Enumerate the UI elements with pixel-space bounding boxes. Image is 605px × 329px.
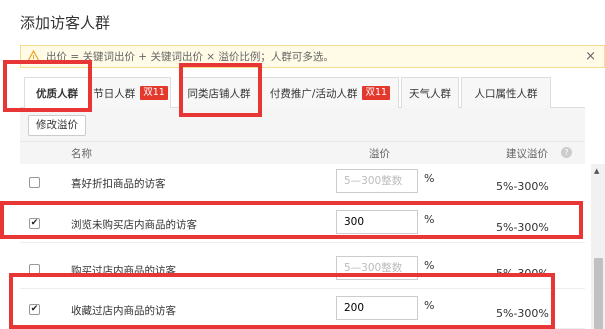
tab-paid-promo-crowd[interactable]: 付费推广/活动人群 双11 bbox=[261, 77, 399, 108]
modify-premium-button[interactable]: 修改溢价 bbox=[28, 115, 86, 136]
crowd-name: 购买过店内商品的访客 bbox=[71, 265, 176, 277]
double11-badge: 双11 bbox=[362, 86, 391, 100]
row-checkbox[interactable]: ✔ bbox=[29, 304, 40, 315]
tab-label: 同类店铺人群 bbox=[187, 87, 251, 100]
crowd-name: 浏览未购买店内商品的访客 bbox=[71, 219, 197, 231]
tab-label: 付费推广/活动人群 bbox=[269, 87, 358, 100]
scrollbar-thumb[interactable] bbox=[594, 258, 603, 329]
double11-badge: 双11 bbox=[140, 86, 168, 100]
close-icon[interactable]: × bbox=[585, 49, 596, 64]
premium-input[interactable] bbox=[336, 256, 418, 280]
table-header: 名称 溢价 建议溢价 ? bbox=[20, 142, 585, 164]
crowd-name: 收藏过店内商品的访客 bbox=[71, 305, 176, 317]
notice-bar: 出价 = 关键词出价 + 关键词出价 × 溢价比例；人群可多选。 × bbox=[20, 45, 605, 68]
help-icon[interactable]: ? bbox=[561, 147, 572, 158]
percent-sign: % bbox=[424, 213, 435, 226]
premium-input[interactable] bbox=[336, 296, 418, 320]
vertical-scrollbar[interactable]: ▲ bbox=[591, 164, 605, 329]
row-checkbox[interactable]: ✔ bbox=[29, 218, 40, 229]
row-checkbox[interactable] bbox=[29, 264, 40, 275]
tab-label: 节日人群 bbox=[93, 87, 136, 100]
suggested-premium: 5%-300% bbox=[496, 221, 549, 234]
percent-sign: % bbox=[424, 172, 435, 185]
suggested-premium: 5%-300% bbox=[496, 180, 549, 193]
tab-label: 天气人群 bbox=[409, 87, 451, 100]
table-row: 喜好折扣商品的访客 % 5%-300% bbox=[20, 164, 585, 202]
row-checkbox[interactable] bbox=[29, 177, 40, 188]
premium-input[interactable] bbox=[336, 169, 418, 193]
tab-holiday-crowd[interactable]: 节日人群 双11 bbox=[90, 77, 171, 108]
warning-icon bbox=[27, 50, 40, 63]
premium-input[interactable] bbox=[336, 210, 418, 234]
notice-text: 出价 = 关键词出价 + 关键词出价 × 溢价比例；人群可多选。 bbox=[46, 51, 334, 63]
column-premium-header: 溢价 bbox=[369, 148, 390, 160]
column-suggested-header: 建议溢价 bbox=[506, 148, 548, 160]
action-bar: 修改溢价 bbox=[20, 108, 585, 142]
tab-label: 优质人群 bbox=[36, 88, 78, 100]
column-name-header: 名称 bbox=[71, 148, 92, 160]
percent-sign: % bbox=[424, 299, 435, 312]
tab-quality-crowd[interactable]: 优质人群 bbox=[24, 77, 90, 109]
tab-similar-store-crowd[interactable]: 同类店铺人群 bbox=[179, 77, 259, 108]
tab-bar: 优质人群 节日人群 双11 同类店铺人群 付费推广/活动人群 双11 天气人群 … bbox=[20, 77, 585, 109]
tab-demographic-crowd[interactable]: 人口属性人群 bbox=[461, 77, 551, 108]
tab-label: 人口属性人群 bbox=[474, 87, 538, 100]
table-row: ✔ 收藏过店内商品的访客 % 5%-300% bbox=[20, 291, 585, 329]
dialog-title: 添加访客人群 bbox=[20, 14, 111, 32]
scroll-up-icon[interactable]: ▲ bbox=[594, 167, 599, 175]
percent-sign: % bbox=[424, 259, 435, 272]
suggested-premium: 5%-300% bbox=[496, 307, 549, 320]
table-row: 购买过店内商品的访客 % 5%-300% bbox=[20, 251, 585, 289]
crowd-name: 喜好折扣商品的访客 bbox=[71, 178, 166, 190]
tab-weather-crowd[interactable]: 天气人群 bbox=[401, 77, 459, 108]
table-row: ✔ 浏览未购买店内商品的访客 % 5%-300% bbox=[20, 205, 585, 243]
suggested-premium: 5%-300% bbox=[496, 267, 549, 280]
